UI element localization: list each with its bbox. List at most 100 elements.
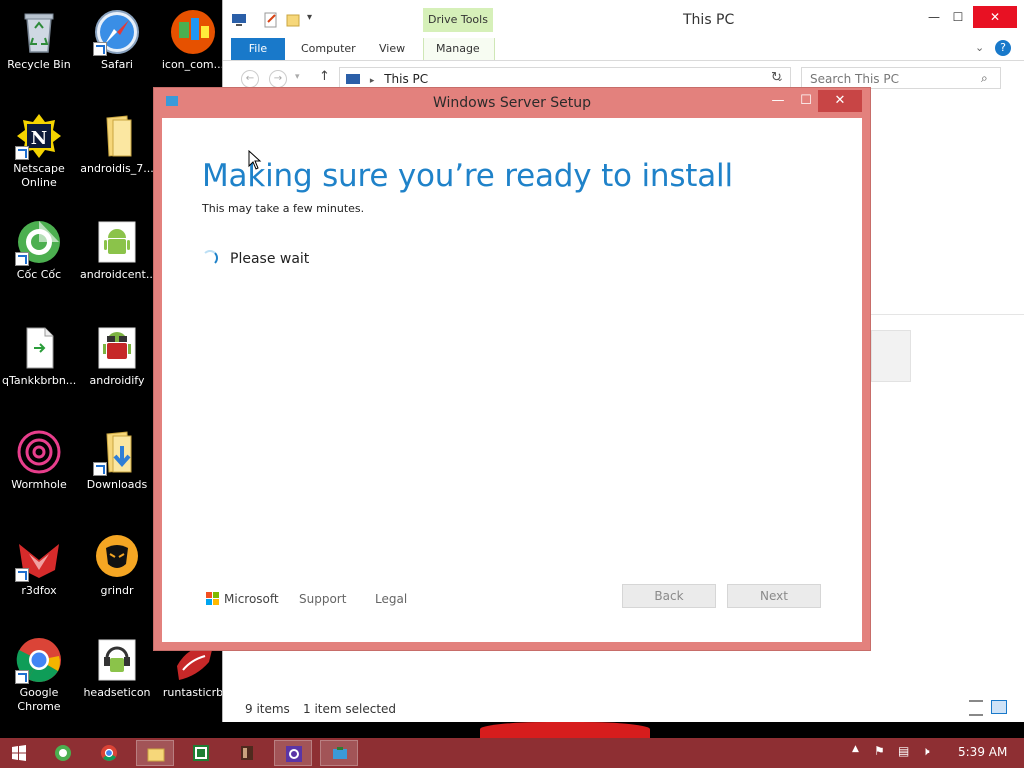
desktop-icon-qtank-file[interactable]: qTankkbrbn... [2, 324, 76, 388]
setup-minimize-button[interactable]: — [766, 90, 790, 112]
computer-icon [231, 12, 247, 28]
chrome-icon [101, 745, 117, 761]
mouse-cursor-icon [248, 150, 262, 170]
taskbar-file-explorer[interactable] [136, 740, 174, 766]
netscape-icon: N [15, 112, 63, 160]
desktop-icon-label: Netscape Online [13, 162, 65, 189]
desktop-icon-androidis-folder[interactable]: androidis_7... [80, 112, 154, 176]
help-icon[interactable]: ? [995, 40, 1011, 56]
forward-arrow-icon[interactable]: → [269, 70, 287, 88]
desktop-icon-androidcent[interactable]: androidcent... [80, 218, 154, 282]
loading-spinner-icon [202, 250, 218, 266]
explorer-title: This PC [683, 12, 735, 28]
gear-icon [286, 746, 302, 762]
desktop-icon-icon-com[interactable]: icon_com... [156, 8, 230, 72]
new-folder-icon[interactable] [285, 12, 301, 28]
headset-icon [93, 636, 141, 684]
file-icon [15, 324, 63, 372]
coccoc-icon [55, 745, 71, 761]
windows-logo-icon [12, 745, 26, 761]
explorer-title-bar: ▾ Drive Tools This PC — ☐ ✕ [223, 0, 1024, 38]
taskbar-app-settings[interactable] [274, 740, 312, 766]
safari-icon [93, 8, 141, 56]
shortcut-arrow-icon [15, 252, 29, 266]
desktop-icon-google-chrome[interactable]: Google Chrome [2, 636, 76, 714]
volume-muted-icon[interactable]: 🕨 [922, 744, 930, 759]
support-link[interactable]: Support [299, 592, 346, 606]
start-button[interactable] [0, 740, 38, 766]
next-button[interactable]: Next [727, 584, 821, 608]
details-view-icon[interactable] [969, 700, 983, 716]
tab-manage[interactable]: Manage [423, 38, 495, 60]
desktop-icon-headseticon[interactable]: headseticon [80, 636, 154, 700]
desktop-icon-label: androidis_7... [80, 162, 154, 175]
up-arrow-icon[interactable]: ↑ [319, 69, 330, 84]
chrome-icon [15, 636, 63, 684]
spreadsheet-icon [193, 745, 209, 761]
wait-status: Please wait [202, 250, 309, 267]
desktop-icon-downloads[interactable]: Downloads [80, 428, 154, 492]
taskbar-chrome[interactable] [90, 740, 128, 766]
tab-file[interactable]: File [231, 38, 285, 60]
wormhole-icon [15, 428, 63, 476]
back-arrow-icon[interactable]: ← [241, 70, 259, 88]
setup-maximize-button[interactable]: ☐ [794, 90, 818, 112]
setup-close-button[interactable]: ✕ [818, 90, 862, 112]
taskbar-windows-setup[interactable] [320, 740, 358, 766]
recent-locations-icon[interactable]: ▾ [295, 72, 300, 82]
desktop-icon-label: Google Chrome [17, 686, 61, 713]
clock[interactable]: 5:39 AM [958, 745, 1007, 759]
back-button[interactable]: Back [622, 584, 716, 608]
android-icon [93, 324, 141, 372]
desktop-icon-grindr[interactable]: grindr [80, 534, 154, 598]
taskbar-coccoc[interactable] [44, 740, 82, 766]
recycle-bin-icon [15, 8, 63, 56]
search-input[interactable]: Search This PC [801, 67, 1001, 89]
setup-title: Windows Server Setup [432, 95, 592, 111]
divider [871, 314, 1024, 315]
drive-tile[interactable] [871, 330, 911, 382]
page-title: Making sure you’re ready to install [202, 158, 733, 194]
show-hidden-icons-icon[interactable]: ▲ [852, 744, 859, 754]
desktop-icon-netscape[interactable]: N Netscape Online [2, 112, 76, 190]
maximize-button[interactable]: ☐ [945, 6, 971, 28]
tab-computer[interactable]: Computer [289, 38, 368, 60]
customize-quick-access-icon[interactable]: ▾ [307, 12, 323, 28]
taskbar-app-green[interactable] [182, 740, 220, 766]
ribbon-tabs: File Computer View Manage ⌄ ? [223, 38, 1024, 61]
minimize-button[interactable]: — [921, 6, 947, 28]
desktop-icon-wormhole[interactable]: Wormhole [2, 428, 76, 492]
desktop-icon-label: androidcent... [80, 268, 154, 281]
desktop-icon-label: qTankkbrbn... [2, 374, 76, 387]
refresh-icon[interactable]: ↻ [771, 70, 782, 85]
desktop-icon-r3dfox[interactable]: r3dfox [2, 534, 76, 598]
taskbar-app-book[interactable] [228, 740, 266, 766]
setup-app-icon [333, 747, 347, 759]
desktop-icon-safari[interactable]: Safari [80, 8, 154, 72]
expand-ribbon-icon[interactable]: ⌄ [975, 41, 984, 54]
breadcrumb-separator-icon: ▸ [369, 76, 375, 86]
shortcut-arrow-icon [93, 42, 107, 56]
network-icon[interactable]: ▤ [898, 744, 909, 758]
desktop-icon-androidify[interactable]: androidify [80, 324, 154, 388]
windows-server-setup-dialog: Windows Server Setup — ☐ ✕ Making sure y… [154, 88, 870, 650]
status-selection: 1 item selected [303, 702, 397, 716]
desktop-icon-recycle-bin[interactable]: Recycle Bin [2, 8, 76, 72]
desktop-icon-coccoc[interactable]: Cốc Cốc [2, 218, 76, 282]
breadcrumb-this-pc[interactable]: This PC [384, 72, 428, 86]
page-subtitle: This may take a few minutes. [202, 202, 365, 215]
desktop-icon-label: Cốc Cốc [16, 268, 62, 281]
desktop-icon-label: grindr [100, 584, 134, 597]
folder-icon [147, 748, 165, 762]
large-icons-view-icon[interactable] [991, 700, 1007, 714]
action-center-flag-icon[interactable]: ⚑ [874, 744, 885, 758]
coccoc-icon [15, 218, 63, 266]
search-icon: ⌕ [981, 71, 988, 85]
setup-content: Making sure you’re ready to install This… [162, 118, 862, 642]
android-icon [93, 218, 141, 266]
computer-icon [346, 74, 360, 84]
tab-view[interactable]: View [367, 38, 417, 60]
close-button[interactable]: ✕ [973, 6, 1017, 28]
properties-icon[interactable] [263, 12, 279, 28]
legal-link[interactable]: Legal [375, 592, 407, 606]
